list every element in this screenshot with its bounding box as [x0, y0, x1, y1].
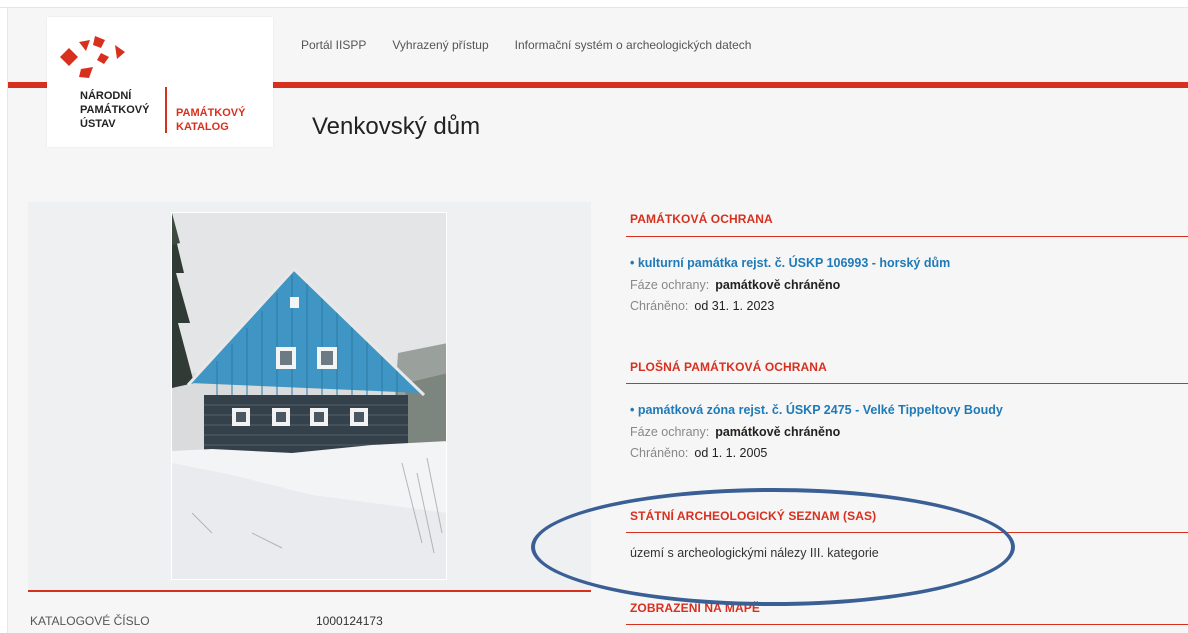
protection-phase: Fáze ochrany: památkově chráněno: [630, 278, 840, 292]
map-heading-line: [626, 624, 1188, 625]
browser-top-strip: [0, 0, 1188, 8]
npu-logo-icon: [60, 36, 125, 78]
phase-value: památkově chráněno: [715, 278, 841, 292]
logo-institution-name: NÁRODNÍ PAMÁTKOVÝ ÚSTAV: [80, 89, 149, 131]
building-photo[interactable]: [171, 212, 447, 580]
logo-line: NÁRODNÍ: [80, 90, 132, 102]
photo-separator: [28, 590, 591, 592]
phase-value: památkově chráněno: [715, 425, 841, 439]
page-title: Venkovský dům: [312, 113, 481, 140]
area-protection-phase: Fáze ochrany: památkově chráněno: [630, 425, 840, 439]
protected-label: Chráněno:: [630, 299, 689, 313]
area-protection-date: Chráněno: od 1. 1. 2005: [630, 446, 767, 460]
protected-value: od 1. 1. 2005: [694, 446, 768, 460]
protected-label: Chráněno:: [630, 446, 689, 460]
nav-link-archaeological-info-system[interactable]: Informační systém o archeologických date…: [515, 38, 752, 52]
logo-catalog-name: PAMÁTKOVÝ KATALOG: [176, 106, 245, 134]
area-protection-zone-link[interactable]: • památková zóna rejst. č. ÚSKP 2475 - V…: [630, 403, 1003, 417]
nav-link-portal-iispp[interactable]: Portál IISPP: [301, 38, 366, 52]
logo-line: KATALOG: [176, 121, 229, 133]
phase-label: Fáze ochrany:: [630, 425, 710, 439]
catalog-number-value: 1000124173: [316, 614, 383, 628]
house-image: [172, 213, 446, 579]
protected-value: od 31. 1. 2023: [694, 299, 775, 313]
area-protection-heading-line: [626, 383, 1188, 384]
protection-heading: PAMÁTKOVÁ OCHRANA: [630, 212, 773, 226]
annotation-ellipse: [531, 488, 1015, 606]
logo-divider: [165, 87, 167, 133]
protection-heading-line: [626, 236, 1188, 237]
catalog-number-label: KATALOGOVÉ ČÍSLO: [30, 614, 150, 628]
nav-link-restricted-access[interactable]: Vyhrazený přístup: [392, 38, 488, 52]
top-navigation: Portál IISPP Vyhrazený přístup Informačn…: [301, 38, 751, 52]
phase-label: Fáze ochrany:: [630, 278, 710, 292]
left-gutter: [0, 8, 8, 633]
protection-monument-link[interactable]: • kulturní památka rejst. č. ÚSKP 106993…: [630, 256, 950, 270]
logo-line: PAMÁTKOVÝ: [80, 104, 150, 116]
site-logo[interactable]: NÁRODNÍ PAMÁTKOVÝ ÚSTAV PAMÁTKOVÝ KATALO…: [47, 17, 273, 147]
logo-line: PAMÁTKOVÝ: [176, 107, 246, 119]
protection-date: Chráněno: od 31. 1. 2023: [630, 299, 774, 313]
logo-line: ÚSTAV: [80, 118, 116, 130]
area-protection-heading: PLOŠNÁ PAMÁTKOVÁ OCHRANA: [630, 360, 827, 374]
